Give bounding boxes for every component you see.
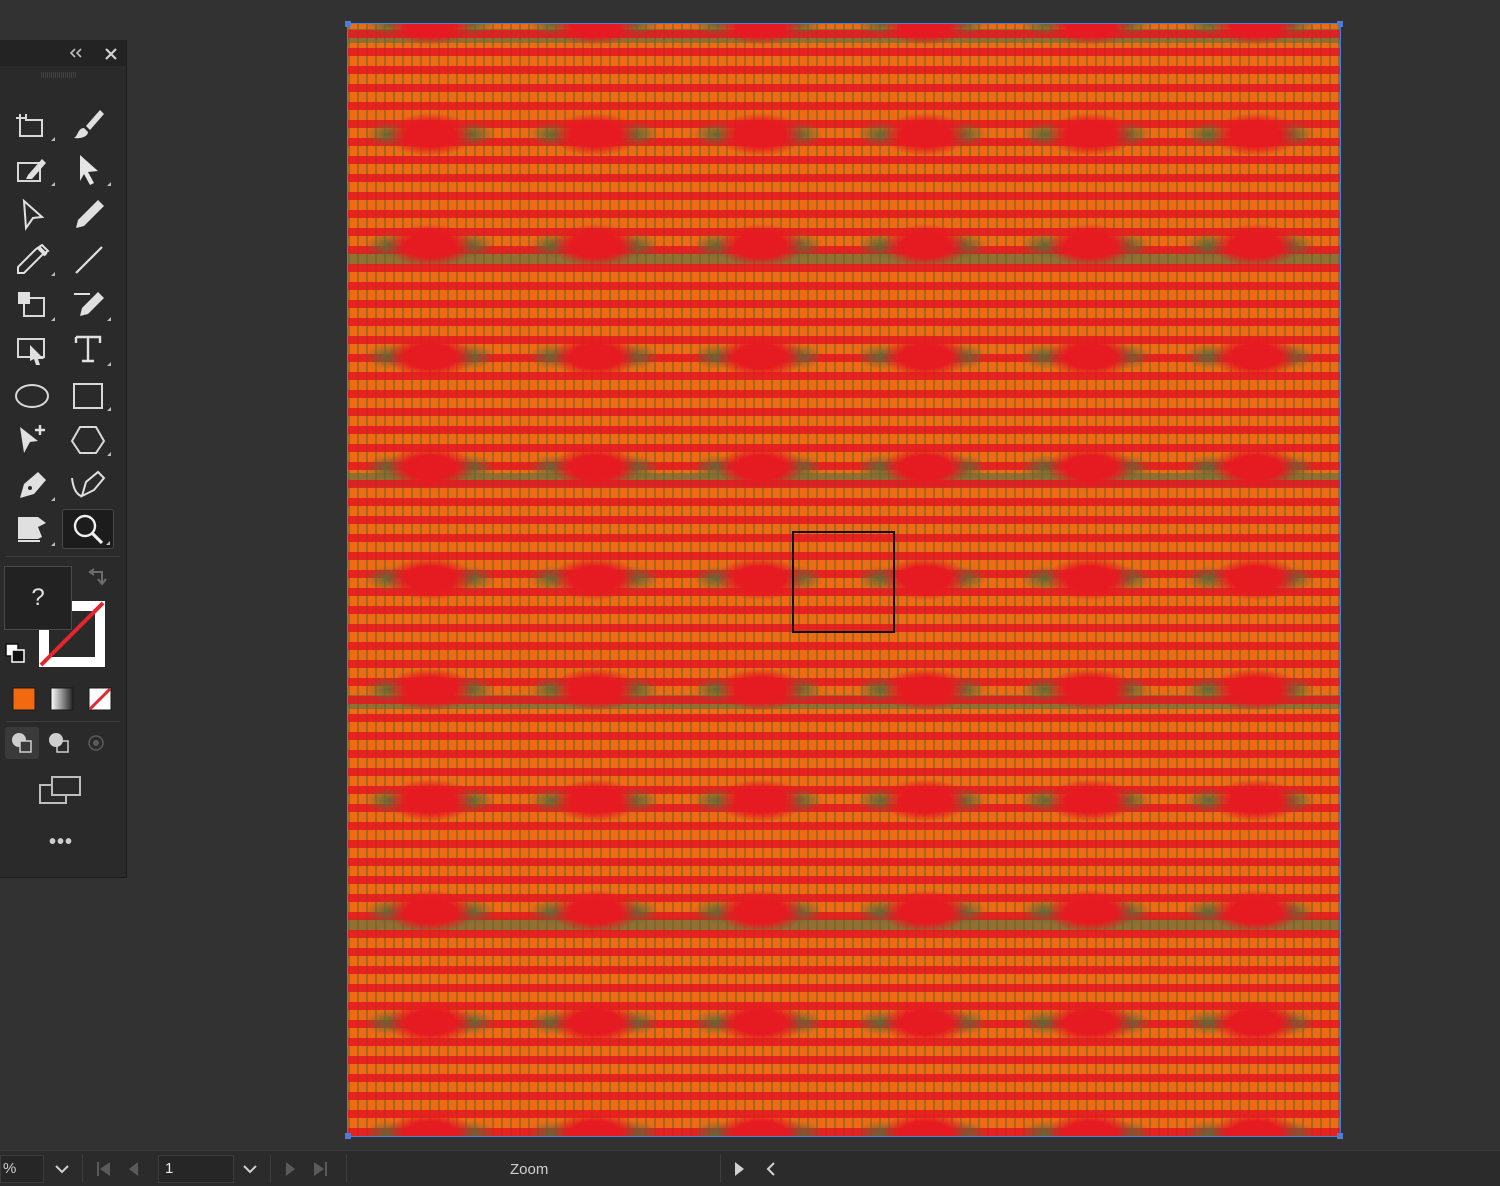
touch-type-icon xyxy=(17,338,45,365)
eyedropper-icon xyxy=(17,243,50,274)
type-tool[interactable] xyxy=(62,329,114,369)
paintbrush-icon xyxy=(74,110,104,139)
last-artboard-icon[interactable] xyxy=(310,1159,330,1179)
none-icon xyxy=(88,687,112,711)
edit-toolbar-button[interactable]: ••• xyxy=(40,832,82,862)
selection-tool[interactable] xyxy=(62,149,114,189)
selection-icon xyxy=(80,155,98,185)
tool-flyout-indicator xyxy=(51,542,55,546)
type-icon xyxy=(74,335,102,363)
next-artboard-icon[interactable] xyxy=(280,1159,300,1179)
ellipse-tool[interactable] xyxy=(6,374,58,414)
tool-flyout-indicator xyxy=(51,317,55,321)
chevron-down-icon[interactable] xyxy=(48,1155,76,1183)
symbol-sprayer-tool[interactable] xyxy=(6,284,58,324)
fill-swatch[interactable]: ? xyxy=(4,566,72,630)
previous-artboard-icon[interactable] xyxy=(124,1159,144,1179)
status-divider xyxy=(270,1155,271,1183)
artboard-icon xyxy=(16,114,43,137)
curvature-icon xyxy=(71,470,106,498)
draw-inside-button[interactable] xyxy=(79,727,113,759)
status-divider xyxy=(82,1155,83,1183)
line-segment-tool[interactable] xyxy=(62,239,114,279)
panel-divider xyxy=(6,721,120,722)
pen-icon xyxy=(20,472,46,498)
pencil-tool[interactable] xyxy=(62,194,114,234)
screen-mode-icon[interactable] xyxy=(34,773,88,809)
collapse-panel-icon[interactable] xyxy=(66,44,86,62)
first-artboard-icon[interactable] xyxy=(94,1159,114,1179)
gradient-mode-button[interactable] xyxy=(42,681,76,715)
close-icon[interactable] xyxy=(102,45,120,63)
draw-inside-icon xyxy=(88,735,104,751)
artboard-handle-bottom-right[interactable] xyxy=(1337,1133,1343,1139)
paintbrush-tool[interactable] xyxy=(62,104,114,144)
default-fill-stroke-icon[interactable] xyxy=(4,642,26,664)
direct-selection-icon xyxy=(22,198,45,231)
draw-behind-button[interactable] xyxy=(42,727,76,759)
status-bar: % 1 Zoom xyxy=(0,1150,1500,1186)
tool-flyout-indicator xyxy=(107,407,111,411)
eyedropper-tool[interactable] xyxy=(6,239,58,279)
status-divider xyxy=(346,1155,347,1183)
artboard-tool[interactable] xyxy=(6,104,58,144)
touch-type-tool[interactable] xyxy=(6,329,58,369)
tool-flyout-indicator xyxy=(107,362,111,366)
zoom-tool[interactable] xyxy=(62,509,114,549)
tool-flyout-indicator xyxy=(106,541,110,545)
rectangle-icon xyxy=(73,383,103,409)
polygon-icon xyxy=(70,426,106,454)
panel-divider xyxy=(6,556,120,557)
panel-header[interactable] xyxy=(0,40,126,66)
tools-panel: ? ••• xyxy=(0,40,127,878)
color-mode-button[interactable] xyxy=(4,681,38,715)
line-segment-icon xyxy=(75,246,103,274)
curvature-tool[interactable] xyxy=(62,464,114,504)
chevron-left-icon[interactable] xyxy=(762,1159,780,1179)
blob-brush-tool[interactable] xyxy=(62,284,114,324)
tool-flyout-indicator xyxy=(51,497,55,501)
free-transform-tool[interactable] xyxy=(6,509,58,549)
zoom-marquee xyxy=(792,531,895,633)
rectangle-tool[interactable] xyxy=(62,374,114,414)
tool-flyout-indicator xyxy=(51,272,55,276)
artboard-handle-top-right[interactable] xyxy=(1337,21,1343,27)
zoom-level-field[interactable]: % xyxy=(0,1155,44,1183)
shaper-tool[interactable] xyxy=(6,149,58,189)
anchor-point-tool[interactable] xyxy=(6,419,58,459)
free-transform-icon xyxy=(18,517,46,542)
play-icon[interactable] xyxy=(730,1159,748,1179)
symbol-sprayer-icon xyxy=(18,292,45,317)
status-divider xyxy=(720,1155,721,1183)
artboard-handle-bottom-left[interactable] xyxy=(345,1133,351,1139)
chevron-down-icon[interactable] xyxy=(236,1155,264,1183)
color-swatch-icon xyxy=(12,687,36,711)
artboard-handle-top-left[interactable] xyxy=(345,21,351,27)
draw-normal-button[interactable] xyxy=(5,727,39,759)
tool-flyout-indicator xyxy=(51,182,55,186)
tool-flyout-indicator xyxy=(51,137,55,141)
gradient-icon xyxy=(50,687,74,711)
blob-brush-icon xyxy=(74,292,104,316)
ellipse-icon xyxy=(15,384,49,408)
pen-tool[interactable] xyxy=(6,464,58,504)
artboard-number-field[interactable]: 1 xyxy=(158,1155,234,1183)
draw-behind-icon xyxy=(49,733,69,753)
tool-flyout-indicator xyxy=(107,317,111,321)
zoom-icon xyxy=(73,514,104,545)
polygon-tool[interactable] xyxy=(62,419,114,459)
pencil-icon xyxy=(76,200,104,228)
current-tool-status[interactable]: Zoom xyxy=(510,1161,548,1178)
tool-flyout-indicator xyxy=(107,452,111,456)
direct-selection-tool[interactable] xyxy=(6,194,58,234)
tool-flyout-indicator xyxy=(107,182,111,186)
swap-fill-stroke-icon[interactable] xyxy=(84,566,110,588)
panel-grip-icon[interactable] xyxy=(41,72,77,78)
shaper-icon xyxy=(17,159,46,182)
none-mode-button[interactable] xyxy=(80,681,114,715)
anchor-point-icon xyxy=(20,425,45,453)
draw-normal-icon xyxy=(12,733,32,753)
